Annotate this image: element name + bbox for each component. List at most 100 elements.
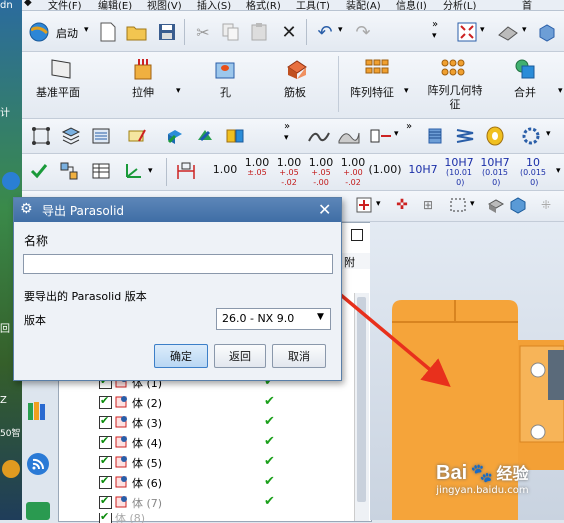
menu-analysis[interactable]: 分析(L): [443, 0, 476, 10]
pattern-feature-icon[interactable]: [364, 56, 390, 82]
chevron-down-icon[interactable]: ▾: [556, 166, 561, 176]
surface-icon[interactable]: [336, 125, 362, 147]
mirror-icon[interactable]: [224, 125, 246, 147]
chevron-down-icon[interactable]: ▾: [338, 25, 343, 35]
render-style-icon[interactable]: [496, 21, 520, 43]
maximize-icon[interactable]: [351, 229, 363, 241]
rib-icon[interactable]: [284, 56, 310, 82]
paste-icon[interactable]: [248, 21, 270, 43]
snap-icon[interactable]: ✜: [392, 195, 412, 215]
dialog-title-bar[interactable]: ⚙ 导出 Parasolid ✕: [14, 198, 341, 222]
name-field[interactable]: [23, 254, 333, 274]
select-rectangle-icon[interactable]: [448, 195, 468, 215]
ok-button[interactable]: 确定: [154, 344, 208, 368]
tree-row-body-6[interactable]: 体 (6): [99, 473, 162, 492]
web-icon[interactable]: [26, 502, 50, 520]
spring-icon[interactable]: [454, 125, 476, 147]
tolerance-style-6[interactable]: (1.00): [368, 164, 402, 175]
tolerance-style-2[interactable]: 1.00 ±.05: [242, 157, 272, 178]
menu-view[interactable]: 视图(V): [147, 0, 182, 10]
back-button[interactable]: 返回: [214, 344, 266, 368]
visibility-checkbox[interactable]: [99, 474, 112, 489]
snap-grid-icon[interactable]: ⁜: [536, 195, 556, 215]
visibility-checkbox[interactable]: [99, 454, 112, 469]
visibility-checkbox[interactable]: [99, 494, 112, 509]
tolerance-style-8[interactable]: 10H7 (10.01 0): [442, 157, 476, 188]
save-icon[interactable]: [156, 21, 178, 43]
pattern-geometry-button[interactable]: 阵列几何特征: [426, 84, 484, 112]
menu-info[interactable]: 信息(I): [396, 0, 427, 10]
cube-icon[interactable]: [508, 195, 528, 215]
tolerance-style-7[interactable]: 10H7: [406, 164, 440, 175]
unite-button[interactable]: 合并: [514, 84, 536, 100]
chevron-down-icon[interactable]: ▾: [432, 31, 437, 41]
curve-icon[interactable]: [306, 125, 332, 147]
redo-icon[interactable]: ↷: [352, 21, 374, 43]
menu-file[interactable]: 文件(F): [48, 0, 82, 10]
hole-icon[interactable]: [212, 56, 238, 82]
feature-points-icon[interactable]: [30, 125, 52, 147]
fit-view-icon[interactable]: [456, 21, 478, 43]
cylinder-icon[interactable]: [424, 125, 446, 147]
tree-row-body-8[interactable]: 体 (8): [99, 513, 145, 523]
toolbar-overflow-icon[interactable]: »: [432, 19, 438, 30]
toolbar-overflow-icon[interactable]: »: [406, 121, 412, 132]
shaded-icon[interactable]: [486, 195, 506, 215]
layer-settings-icon[interactable]: [90, 125, 112, 147]
visibility-checkbox[interactable]: [99, 414, 112, 429]
menu-format[interactable]: 格式(R): [246, 0, 281, 10]
datum-plane-icon[interactable]: [48, 56, 74, 82]
transform-icon[interactable]: [194, 125, 216, 147]
cut-icon[interactable]: ✂: [192, 21, 214, 43]
open-folder-icon[interactable]: [126, 21, 148, 43]
pattern-feature-button[interactable]: 阵列特征: [350, 84, 394, 100]
unite-icon[interactable]: [512, 56, 538, 82]
chevron-down-icon[interactable]: ▾: [558, 86, 563, 96]
new-file-icon[interactable]: [98, 21, 118, 43]
chevron-down-icon[interactable]: ▾: [404, 86, 409, 96]
snap-point-icon[interactable]: [354, 195, 374, 215]
tree-row-body-2[interactable]: 体 (2): [99, 393, 162, 412]
cancel-button[interactable]: 取消: [272, 344, 326, 368]
menu-assembly[interactable]: 装配(A): [346, 0, 381, 10]
tree-row-body-4[interactable]: 体 (4): [99, 433, 162, 452]
filter-icon[interactable]: ⊞: [418, 195, 438, 215]
extrude-icon[interactable]: [130, 56, 156, 82]
tree-scrollbar[interactable]: [354, 293, 369, 521]
layers-icon[interactable]: [60, 125, 82, 147]
tolerance-style-4[interactable]: 1.00 +.05 -.00: [306, 157, 336, 188]
dimension-icon[interactable]: [174, 160, 198, 182]
rib-button[interactable]: 筋板: [284, 84, 306, 100]
bearing-icon[interactable]: [484, 125, 506, 147]
menu-edit[interactable]: 编辑(E): [98, 0, 132, 10]
visibility-checkbox[interactable]: [99, 434, 112, 449]
menu-tools[interactable]: 工具(T): [296, 0, 330, 10]
visibility-checkbox[interactable]: [99, 513, 112, 523]
rss-icon[interactable]: [26, 452, 50, 476]
close-icon[interactable]: ✕: [318, 200, 331, 219]
datum-plane-button[interactable]: 基准平面: [36, 84, 80, 100]
chevron-down-icon[interactable]: ▾: [480, 25, 485, 35]
menu-insert[interactable]: 插入(S): [197, 0, 231, 10]
tolerance-style-9[interactable]: 10H7 (0.015 0): [478, 157, 512, 188]
hole-button[interactable]: 孔: [220, 84, 231, 100]
chevron-down-icon[interactable]: ▾: [148, 166, 153, 176]
chevron-down-icon[interactable]: ▾: [470, 199, 475, 209]
library-icon[interactable]: [26, 400, 50, 422]
tree-row-body-5[interactable]: 体 (5): [99, 453, 162, 472]
chevron-down-icon[interactable]: ▾: [522, 25, 527, 35]
chevron-down-icon[interactable]: ▾: [84, 25, 89, 35]
tolerance-style-3[interactable]: 1.00 +.05 -.02: [274, 157, 304, 188]
menu-preferences[interactable]: 首: [522, 0, 532, 10]
chevron-down-icon[interactable]: ▾: [284, 133, 289, 143]
toolbar-overflow-icon[interactable]: »: [284, 121, 290, 132]
chevron-down-icon[interactable]: ▾: [376, 199, 381, 209]
start-label[interactable]: 启动: [56, 25, 78, 41]
version-select[interactable]: 26.0 - NX 9.0 ▼: [216, 308, 331, 330]
extrude-button[interactable]: 拉伸: [132, 84, 154, 100]
coordinate-system-icon[interactable]: [122, 160, 144, 182]
tolerance-style-10[interactable]: 10 (0.015 0): [516, 157, 550, 188]
assembly-icon[interactable]: [58, 160, 80, 182]
column-header[interactable]: 附: [339, 253, 370, 269]
tree-row-body-7[interactable]: 体 (7): [99, 493, 162, 512]
